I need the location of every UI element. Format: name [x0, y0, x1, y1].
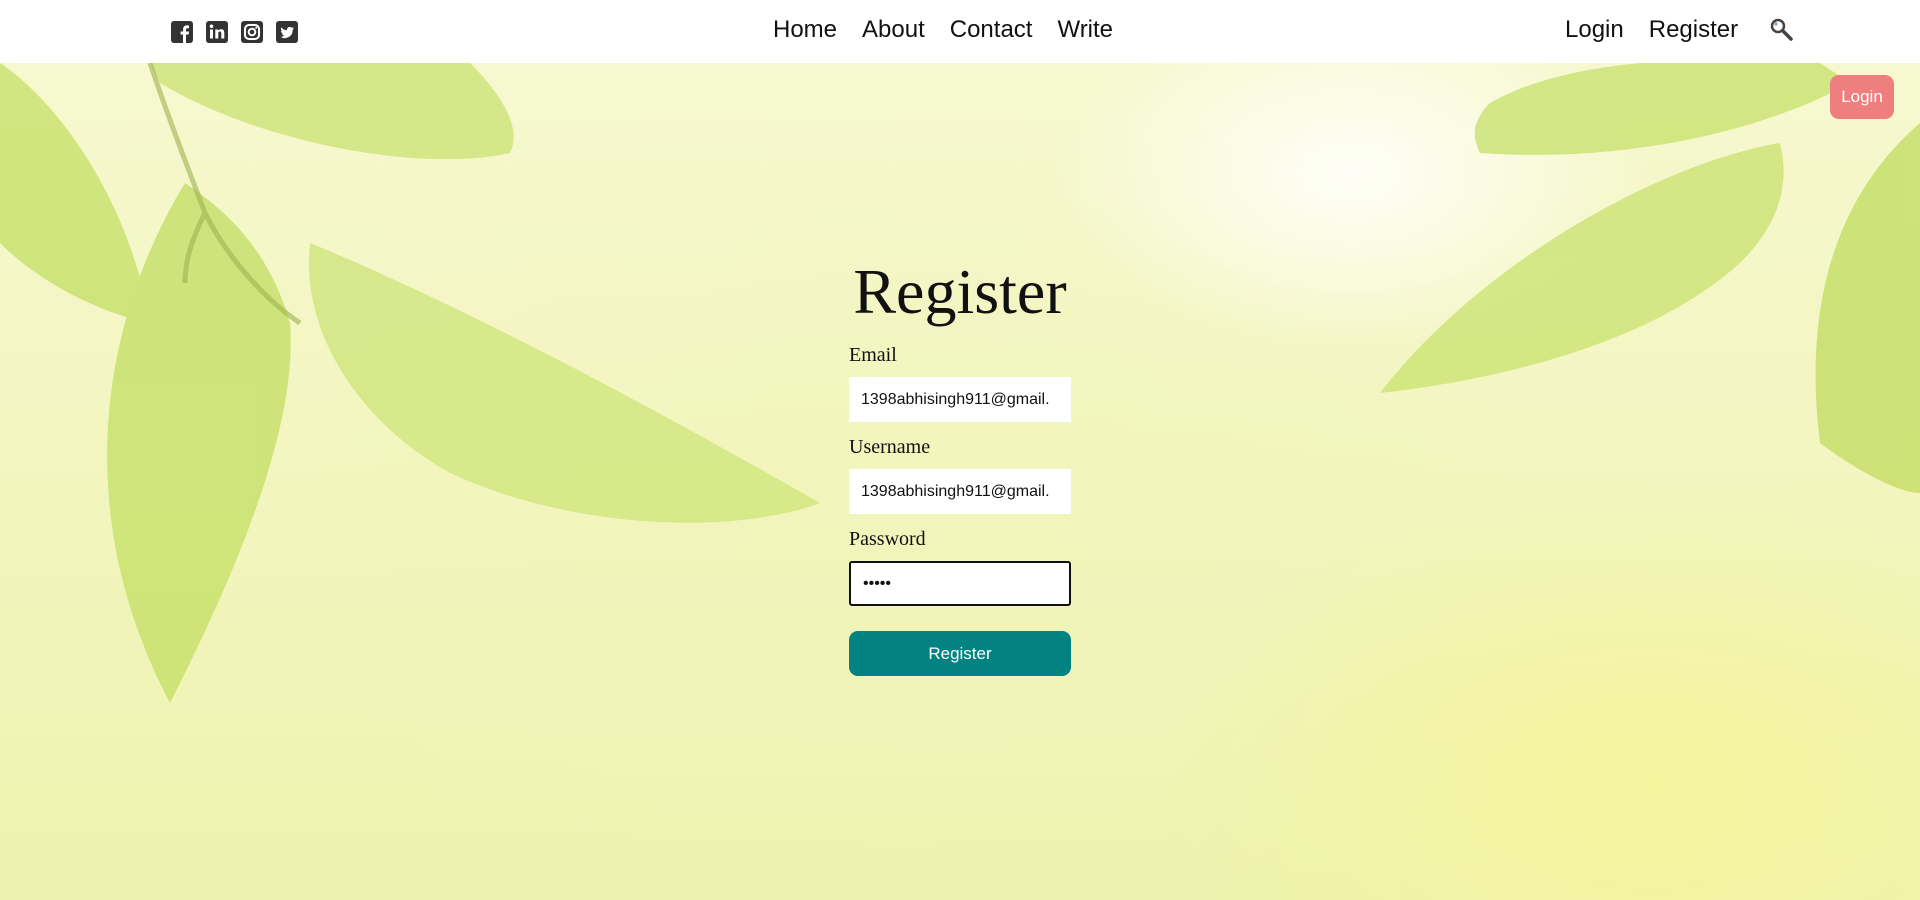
instagram-icon[interactable]: [241, 21, 263, 43]
password-label: Password: [849, 528, 926, 550]
nav-home-link[interactable]: Home: [773, 16, 837, 44]
linkedin-square-icon[interactable]: [206, 21, 228, 43]
username-field[interactable]: [849, 469, 1071, 514]
twitter-square-icon[interactable]: [276, 21, 298, 43]
main-nav: Home About Contact Write: [773, 0, 1113, 60]
nav-register-link[interactable]: Register: [1649, 16, 1738, 44]
nav-contact-link[interactable]: Contact: [950, 16, 1033, 44]
email-field[interactable]: [849, 377, 1071, 422]
nav-write-link[interactable]: Write: [1057, 16, 1113, 44]
top-navbar: Home About Contact Write Login Register: [0, 0, 1920, 63]
facebook-square-icon[interactable]: [171, 21, 193, 43]
nav-about-link[interactable]: About: [862, 16, 925, 44]
register-submit-button[interactable]: Register: [849, 631, 1071, 676]
email-label: Email: [849, 344, 897, 366]
username-label: Username: [849, 436, 931, 458]
register-form: Register Email Username Password Registe…: [849, 252, 1071, 676]
password-field[interactable]: [849, 561, 1071, 606]
social-links: [171, 21, 298, 43]
account-nav: Login Register: [1565, 0, 1738, 60]
floating-login-button[interactable]: Login: [1830, 75, 1894, 119]
nav-login-link[interactable]: Login: [1565, 16, 1624, 44]
search-icon[interactable]: [1769, 17, 1795, 43]
page-title: Register: [853, 256, 1067, 327]
